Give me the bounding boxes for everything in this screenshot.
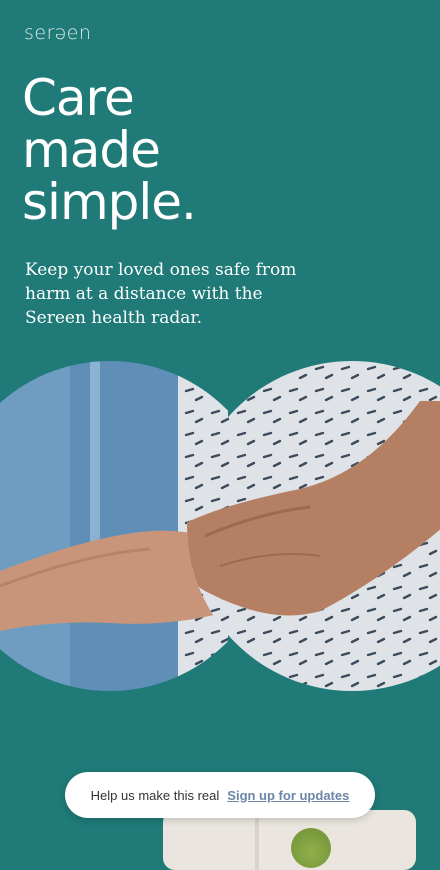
headline-line-2: made: [22, 121, 161, 179]
plant-shape: [291, 828, 331, 868]
page-headline: Care made simple.: [22, 69, 197, 231]
cta-text: Help us make this real: [90, 787, 220, 803]
signup-cta-pill: Help us make this real Sign up for updat…: [65, 772, 375, 818]
headline-line-3: simple.: [22, 173, 197, 231]
product-image-card: [163, 810, 416, 870]
holding-hands-photo: [0, 361, 440, 691]
hero-tagline: Keep your loved ones safe from harm at a…: [25, 260, 297, 328]
lamp-stand-shape: [255, 814, 259, 870]
headline-line-1: Care: [22, 69, 135, 127]
brand-logo[interactable]: serəen: [24, 22, 91, 44]
signup-link[interactable]: Sign up for updates: [227, 788, 349, 803]
